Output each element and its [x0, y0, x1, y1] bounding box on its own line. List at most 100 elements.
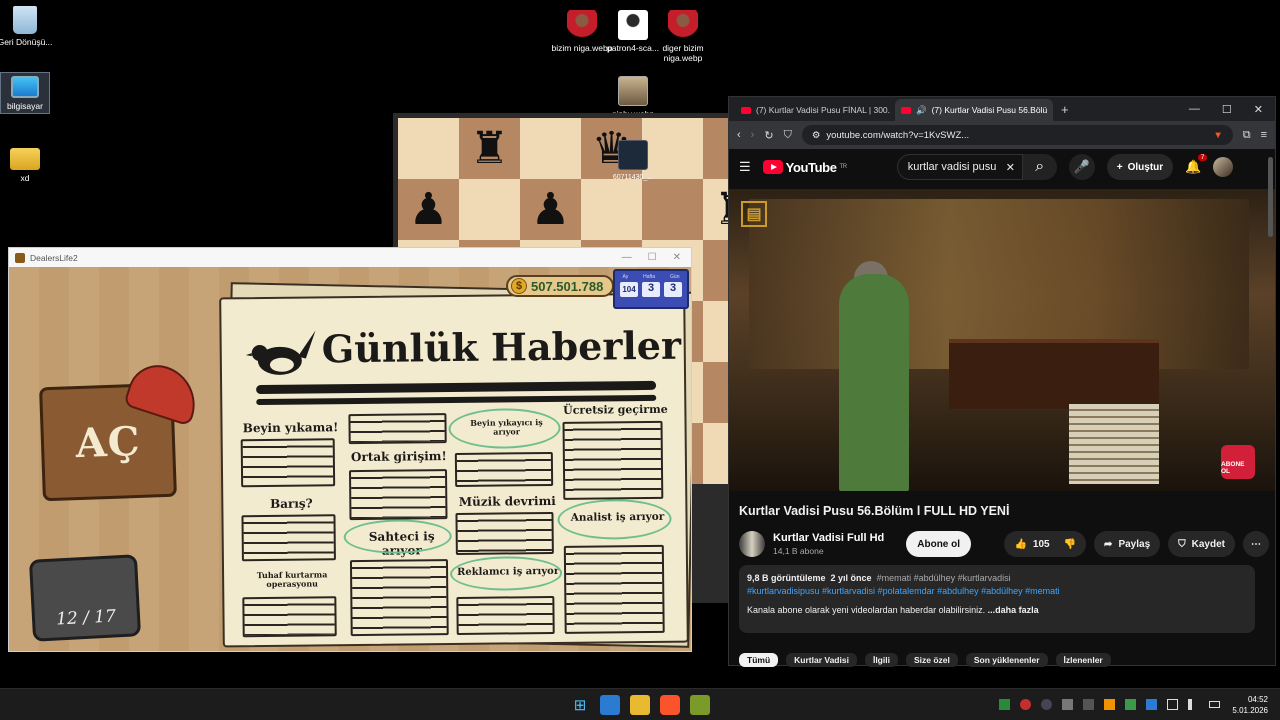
chip[interactable]: İzlenenler	[1055, 653, 1111, 667]
money-display: $ 507.501.788	[506, 275, 614, 297]
save-button[interactable]: ⛉ Kaydet	[1168, 531, 1235, 557]
brave-browser-icon[interactable]	[660, 695, 680, 715]
minimize-icon[interactable]: —	[1189, 103, 1200, 116]
board-square[interactable]: ♟	[520, 179, 581, 240]
article-body	[240, 438, 336, 488]
network-icon[interactable]	[1167, 699, 1178, 710]
share-button[interactable]: ➦ Paylaş	[1094, 531, 1161, 557]
tray-app-icon[interactable]	[1020, 699, 1031, 710]
tray-app-icon[interactable]	[1104, 699, 1115, 710]
dealerslife-app-icon[interactable]	[690, 695, 710, 715]
search-input[interactable]: kurtlar vadisi pusu 5 ✕	[896, 154, 1023, 180]
hamburger-menu-icon[interactable]: ☰	[739, 159, 751, 175]
back-icon[interactable]: ‹	[737, 129, 741, 141]
browser-tab[interactable]: (7) Kurtlar Vadisi Pusu FİNAL | 300. Bö	[735, 99, 893, 121]
desktop-icon-folder-xd[interactable]: xd	[0, 144, 62, 183]
avatar[interactable]	[1213, 157, 1234, 177]
new-tab-icon[interactable]: +	[1055, 102, 1075, 117]
article-title[interactable]: Ücretsiz geçirme	[560, 403, 670, 417]
article-title[interactable]: Beyin yıkama!	[240, 420, 340, 435]
show-more-link[interactable]: ...daha fazla	[988, 605, 1039, 615]
menu-icon[interactable]: ≡	[1261, 129, 1267, 141]
tray-app-icon[interactable]	[1083, 699, 1094, 710]
subscribe-button[interactable]: Abone ol	[906, 531, 972, 557]
thumbs-up-icon: 👍	[1014, 538, 1027, 550]
desktop: Geri Dönüşü... bilgisayar xd bizim niga.…	[0, 0, 1280, 688]
hashtags[interactable]: #kurtlarvadisipusu #kurtlarvadisi #polat…	[747, 585, 1247, 598]
desktop-icon-recycle-bin[interactable]: Geri Dönüşü...	[0, 6, 62, 47]
game-canvas[interactable]: AÇ 12 / 17 Günlük Haberler Beyin yıkama!…	[9, 267, 691, 651]
board-square[interactable]	[642, 179, 703, 240]
article-title[interactable]: Ortak girişim!	[349, 449, 449, 464]
search-button[interactable]: ⌕	[1022, 154, 1057, 180]
extensions-icon[interactable]: ⧉	[1243, 129, 1251, 142]
maximize-icon[interactable]: ☐	[1222, 103, 1232, 116]
forward-icon[interactable]: ›	[751, 129, 755, 141]
page-scrollbar[interactable]	[1268, 157, 1273, 237]
tray-app-icon[interactable]	[1125, 699, 1136, 710]
photos-app-icon[interactable]	[600, 695, 620, 715]
microphone-icon[interactable]: 🎤	[1068, 154, 1095, 180]
more-actions-button[interactable]: ⋯	[1243, 531, 1269, 557]
site-info-icon[interactable]: ⚙	[812, 130, 821, 141]
board-square[interactable]	[581, 179, 642, 240]
desktop-icon-computer[interactable]: bilgisayar	[0, 72, 50, 114]
board-square[interactable]: ♜	[459, 118, 520, 179]
tray-app-icon[interactable]	[999, 699, 1010, 710]
brave-shield-icon[interactable]: ▼	[1213, 130, 1222, 141]
chip[interactable]: Size özel	[905, 653, 958, 667]
address-bar[interactable]: ⚙ youtube.com/watch?v=1KvSWZ... ▼	[801, 125, 1233, 145]
browser-window[interactable]: (7) Kurtlar Vadisi Pusu FİNAL | 300. Bö …	[728, 96, 1276, 667]
close-icon[interactable]: ✕	[673, 252, 681, 263]
chip[interactable]: İlgili	[864, 653, 898, 667]
article-body	[563, 544, 665, 634]
notifications-bell-icon[interactable]: 🔔 7	[1185, 154, 1208, 175]
chip[interactable]: Kurtlar Vadisi	[786, 653, 857, 667]
create-button[interactable]: + Oluştur	[1106, 154, 1174, 180]
tray-app-icon[interactable]	[1062, 699, 1073, 710]
start-button[interactable]: ⊞	[570, 695, 590, 715]
minimize-icon[interactable]: —	[622, 252, 632, 263]
desktop-icon-file[interactable]: 60711430_...	[596, 140, 670, 183]
battery-icon[interactable]	[1209, 701, 1220, 708]
article-title[interactable]: Tuhaf kurtarma operasyonu	[242, 569, 342, 589]
volume-icon[interactable]	[1188, 699, 1199, 710]
tray-app-icon[interactable]	[1146, 699, 1157, 710]
bookmark-icon[interactable]: ⛉	[784, 129, 792, 142]
channel-avatar[interactable]	[739, 531, 765, 557]
close-icon[interactable]: ✕	[1254, 103, 1263, 116]
dealerslife-window[interactable]: DealersLife2 — ☐ ✕ AÇ 12 / 17 Günlük Hab…	[8, 247, 692, 652]
clear-search-icon[interactable]: ✕	[1006, 161, 1015, 174]
thumbs-down-icon[interactable]: 👎	[1064, 539, 1076, 550]
chip-all[interactable]: Tümü	[739, 653, 779, 667]
hashtags[interactable]: #memati #abdülhey #kurtlarvadisi	[877, 573, 1011, 583]
article-title[interactable]: Müzik devrimi	[455, 494, 559, 509]
board-square[interactable]: ♟	[398, 179, 459, 240]
video-player[interactable]: ▤ ABONE OL	[729, 189, 1275, 491]
like-button[interactable]: 👍 105 👎	[1004, 531, 1087, 557]
channel-name[interactable]: Kurtlar Vadisi Full Hd	[773, 532, 884, 544]
reload-icon[interactable]: ↻	[764, 129, 773, 142]
browser-tab-active[interactable]: 🔊 (7) Kurtlar Vadisi Pusu 56.Bölü ✕	[895, 99, 1053, 121]
chip[interactable]: Son yüklenenler	[965, 653, 1048, 667]
speaker-icon[interactable]: 🔊	[916, 105, 927, 116]
maximize-icon[interactable]: ☐	[648, 252, 657, 263]
steam-icon[interactable]	[1041, 699, 1052, 710]
board-square[interactable]	[398, 118, 459, 179]
window-titlebar[interactable]: DealersLife2 — ☐ ✕	[9, 248, 691, 267]
close-tab-icon[interactable]: ✕	[1052, 105, 1053, 116]
youtube-logo[interactable]: YouTube TR	[762, 160, 847, 175]
share-icon: ➦	[1104, 538, 1113, 550]
calendar-value: 3	[642, 282, 660, 297]
file-explorer-icon[interactable]	[630, 695, 650, 715]
recycle-bin-icon	[13, 6, 37, 34]
board-square[interactable]	[459, 179, 520, 240]
newspaper[interactable]: Günlük Haberler Beyin yıkama! Barış? Tuh…	[219, 292, 689, 648]
board-square[interactable]	[520, 118, 581, 179]
desktop-icon-file[interactable]: diger bizim niga.webp	[646, 10, 720, 63]
subscribe-watermark[interactable]: ABONE OL	[1221, 445, 1255, 479]
article-title[interactable]: Barış?	[241, 496, 341, 511]
taskbar-clock[interactable]: 04:52 5.01.2026	[1232, 694, 1268, 716]
video-description[interactable]: 9,8 B görüntüleme 2 yıl önce #memati #ab…	[739, 565, 1255, 633]
tab-title: (7) Kurtlar Vadisi Pusu FİNAL | 300. Bö	[756, 105, 893, 115]
